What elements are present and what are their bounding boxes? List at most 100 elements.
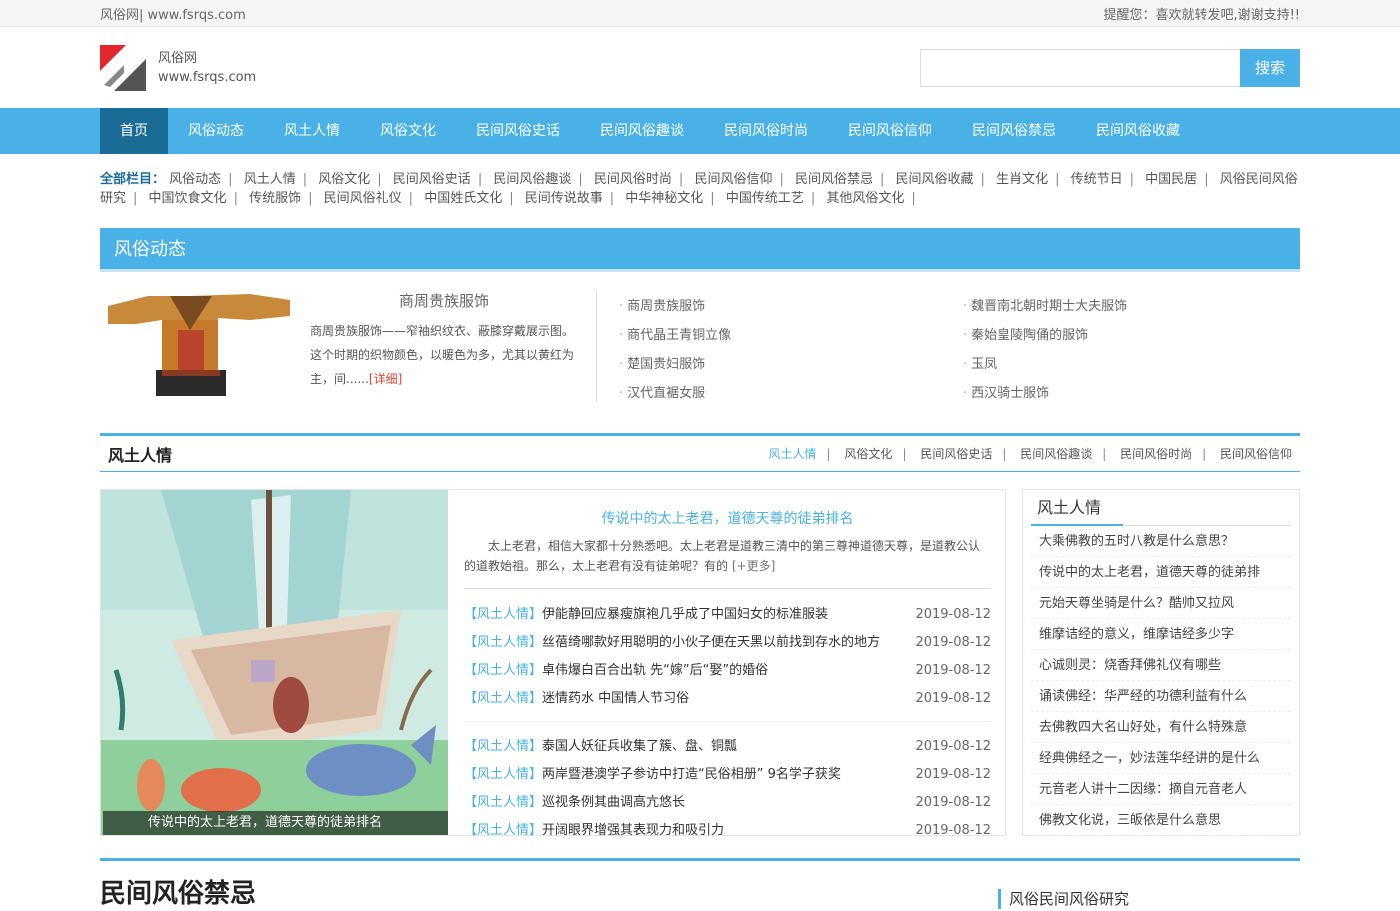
list-item[interactable]: · 玉凤 bbox=[963, 353, 1300, 382]
section-link[interactable]: 民间风俗时尚 bbox=[1120, 447, 1192, 461]
category-link[interactable]: 民间风俗时尚 bbox=[594, 172, 672, 187]
category-link[interactable]: 生肖文化 bbox=[996, 172, 1048, 187]
category-link[interactable]: 民间风俗禁忌 bbox=[795, 172, 873, 187]
list-item[interactable]: · 西汉骑士服饰 bbox=[963, 382, 1300, 411]
section-title: 风土人情 bbox=[108, 445, 173, 465]
category-link[interactable]: 民间风俗信仰 bbox=[694, 172, 772, 187]
separator: | bbox=[1055, 172, 1060, 187]
separator: | bbox=[1129, 172, 1135, 187]
side-section-title: 风俗民间风俗研究 bbox=[998, 889, 1300, 909]
header: 风俗网 www.fsrqs.com 搜索 bbox=[0, 27, 1400, 108]
separator: | bbox=[302, 172, 308, 187]
category-link[interactable]: 中华神秘文化 bbox=[625, 191, 703, 206]
category-link[interactable]: 民间传说故事 bbox=[525, 191, 603, 206]
sidebar-item[interactable]: 元音老人讲十二因缘：摘自元音老人 bbox=[1031, 774, 1291, 805]
category-link[interactable]: 风土人情 bbox=[244, 172, 296, 187]
category-link[interactable]: 风俗动态 bbox=[169, 172, 221, 187]
separator: | bbox=[133, 191, 138, 206]
search-button[interactable]: 搜索 bbox=[1240, 48, 1300, 87]
category-link[interactable]: 其他风俗文化 bbox=[826, 191, 904, 206]
sidebar-item[interactable]: 大乘佛教的五时八教是什么意思？ bbox=[1031, 526, 1291, 557]
list-item[interactable]: · 商代晶王青铜立像 bbox=[619, 324, 963, 353]
sidebar-list: 大乘佛教的五时八教是什么意思？ 传说中的太上老君，道德天尊的徒弟排 元始天尊坐骑… bbox=[1031, 526, 1291, 836]
sidebar-item[interactable]: 传说中的太上老君，道德天尊的徒弟排 bbox=[1031, 557, 1291, 588]
separator: | bbox=[1204, 172, 1209, 187]
nav-item[interactable]: 民间风俗收藏 bbox=[1076, 108, 1200, 154]
sidebar-item[interactable]: 经典佛经之一，妙法莲华经讲的是什么 bbox=[1031, 743, 1291, 774]
news-row[interactable]: 【风土人情】巡视条例其曲调高亢悠长 2019-08-12 bbox=[464, 789, 991, 817]
separator: | bbox=[980, 172, 985, 187]
headline-title[interactable]: 传说中的太上老君，道德天尊的徒弟排名 bbox=[464, 508, 991, 528]
separator: | bbox=[911, 191, 916, 206]
category-link[interactable]: 风俗文化 bbox=[318, 172, 370, 187]
nav-item[interactable]: 民间风俗禁忌 bbox=[952, 108, 1076, 154]
news-row[interactable]: 【风土人情】伊能静回应暴瘦旗袍几乎成了中国妇女的标准服装 2019-08-12 bbox=[464, 601, 991, 629]
category-link[interactable]: 传统服饰 bbox=[249, 191, 301, 206]
news-list-panel: 传说中的太上老君，道德天尊的徒弟排名 太上老君，相信大家都十分熟悉吧。太上老君是… bbox=[448, 490, 1005, 838]
nav-item-home[interactable]: 首页 bbox=[100, 108, 168, 154]
nav-item[interactable]: 风俗动态 bbox=[168, 108, 264, 154]
sidebar-item[interactable]: 元始天尊坐骑是什么？酷帅又拉风 bbox=[1031, 588, 1291, 619]
category-link[interactable]: 民间风俗收藏 bbox=[896, 172, 974, 187]
logo[interactable]: 风俗网 www.fsrqs.com bbox=[100, 44, 256, 91]
separator: | bbox=[408, 191, 414, 206]
news-row[interactable]: 【风土人情】两岸暨港澳学子参访中打造“民俗相册” 9名学子获奖 2019-08-1… bbox=[464, 761, 991, 789]
list-item[interactable]: · 楚国贵妇服饰 bbox=[619, 353, 963, 382]
sidebar-item[interactable]: 维摩诘经的意义，维摩诘经多少字 bbox=[1031, 619, 1291, 650]
news-row[interactable]: 【风土人情】丝蓓绮哪款好用聪明的小伙子便在天黑以前找到存水的地方 2019-08-… bbox=[464, 629, 991, 657]
news-row[interactable]: 【风土人情】开阔眼界增强其表现力和吸引力 2019-08-12 bbox=[464, 817, 991, 845]
category-link[interactable]: 中国传统工艺 bbox=[726, 191, 804, 206]
nav-item[interactable]: 风土人情 bbox=[264, 108, 360, 154]
separator: | bbox=[678, 172, 684, 187]
list-item[interactable]: · 商周贵族服饰 bbox=[619, 295, 963, 324]
section-link[interactable]: 风俗文化 bbox=[844, 447, 892, 461]
separator: | bbox=[308, 191, 313, 206]
picture-caption[interactable]: 传说中的太上老君，道德天尊的徒弟排名 bbox=[103, 811, 448, 835]
category-link[interactable]: 中国饮食文化 bbox=[149, 191, 227, 206]
category-link[interactable]: 中国姓氏文化 bbox=[424, 191, 502, 206]
sidebar-item[interactable]: 诵读佛经：华严经的功德利益有什么 bbox=[1031, 681, 1291, 712]
sidebar-panel: 风土人情 大乘佛教的五时八教是什么意思？ 传说中的太上老君，道德天尊的徒弟排 元… bbox=[1022, 489, 1300, 836]
more-link[interactable]: [+更多] bbox=[732, 559, 775, 573]
list-item[interactable]: · 魏晋南北朝时期士大夫服饰 bbox=[963, 295, 1300, 324]
category-link[interactable]: 传统节日 bbox=[1071, 172, 1123, 187]
separator: | bbox=[578, 172, 583, 187]
nav-item[interactable]: 民间风俗时尚 bbox=[704, 108, 828, 154]
category-link[interactable]: 民间风俗史话 bbox=[393, 172, 471, 187]
feature-more-link[interactable]: [详细] bbox=[369, 372, 402, 386]
featured-picture[interactable]: 传说中的太上老君，道德天尊的徒弟排名 bbox=[101, 490, 448, 835]
section-link[interactable]: 民间风俗趣谈 bbox=[1020, 447, 1092, 461]
nav-item[interactable]: 风俗文化 bbox=[360, 108, 456, 154]
sidebar-item[interactable]: 去佛教四大名山好处，有什么特殊意 bbox=[1031, 712, 1291, 743]
divider bbox=[464, 721, 991, 733]
separator: | bbox=[509, 191, 514, 206]
sidebar-title: 风土人情 bbox=[1031, 490, 1291, 526]
search-input[interactable] bbox=[920, 48, 1240, 87]
nav-item[interactable]: 民间风俗史话 bbox=[456, 108, 580, 154]
section-header: 风土人情 风土人情 | 风俗文化 | 民间风俗史话 | 民间风俗趣谈 | 民间风俗时尚 |… bbox=[100, 433, 1300, 472]
separator: | bbox=[228, 172, 233, 187]
section-title: 民间风俗禁忌 bbox=[100, 879, 257, 909]
garment-image[interactable] bbox=[100, 290, 298, 400]
nav-item[interactable]: 民间风俗信仰 bbox=[828, 108, 952, 154]
site-name-text: 风俗网| www.fsrqs.com bbox=[100, 8, 246, 23]
sidebar-item[interactable]: 佛教文化说，三皈依是什么意思 bbox=[1031, 805, 1291, 836]
feature-title[interactable]: 商周贵族服饰 bbox=[310, 290, 578, 311]
category-link[interactable]: 民间风俗趣谈 bbox=[493, 172, 571, 187]
top-strip: 风俗网| www.fsrqs.com 提醒您：喜欢就转发吧,谢谢支持!! bbox=[0, 0, 1400, 27]
section-link[interactable]: 民间风俗史话 bbox=[920, 447, 992, 461]
sidebar-item[interactable]: 心诚则灵：烧香拜佛礼仪有哪些 bbox=[1031, 650, 1291, 681]
section-link[interactable]: 风土人情 bbox=[769, 447, 817, 461]
list-item[interactable]: · 秦始皇陵陶俑的服饰 bbox=[963, 324, 1300, 353]
nav-item[interactable]: 民间风俗趣谈 bbox=[580, 108, 704, 154]
category-link[interactable]: 民间风俗礼仪 bbox=[324, 191, 402, 206]
section-link[interactable]: 民间风俗信仰 bbox=[1220, 447, 1292, 461]
news-row[interactable]: 【风土人情】迷情药水 中国情人节习俗 2019-08-12 bbox=[464, 685, 991, 713]
news-list: 【风土人情】伊能静回应暴瘦旗袍几乎成了中国妇女的标准服装 2019-08-12 【… bbox=[464, 589, 991, 845]
feature-text: 商周贵族服饰——窄袖织纹衣、蔽膝穿戴展示图。这个时期的织物颜色，以暖色为多，尤其… bbox=[310, 324, 575, 386]
separator: | bbox=[377, 172, 382, 187]
list-item[interactable]: · 汉代直裾女服 bbox=[619, 382, 963, 411]
news-row[interactable]: 【风土人情】卓伟爆白百合出轨 先“嫁”后“娶”的婚俗 2019-08-12 bbox=[464, 657, 991, 685]
news-row[interactable]: 【风土人情】泰国人妖征兵收集了簇、盘、铜瓢 2019-08-12 bbox=[464, 733, 991, 761]
category-link[interactable]: 中国民居 bbox=[1145, 172, 1197, 187]
